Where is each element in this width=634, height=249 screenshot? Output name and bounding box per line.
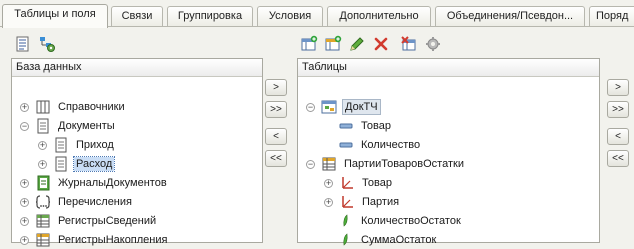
fields-move-right-button[interactable]: >: [607, 79, 629, 96]
tree-item-label: РегистрыСведений: [58, 215, 157, 227]
tab-links[interactable]: Связи: [111, 6, 163, 27]
move-right-button[interactable]: >: [265, 79, 287, 96]
tree-item-label: Перечисления: [58, 196, 132, 208]
tree-item-enumerations[interactable]: + Перечисления: [20, 193, 134, 211]
tree-resource-kolichestvo-ostatok[interactable]: КоличествоОстаток: [338, 212, 463, 230]
tree-resource-summa-ostatok[interactable]: СуммаОстаток: [338, 231, 438, 249]
tab-order[interactable]: Поряд: [589, 6, 634, 27]
tree-item-label: Партия: [362, 196, 400, 208]
right-toolbar: [300, 35, 442, 55]
delete-icon[interactable]: [372, 35, 390, 53]
tree-item-accumulation-registers[interactable]: + РегистрыНакопления: [20, 231, 169, 249]
catalog-icon: [36, 100, 50, 114]
field-icon: [339, 123, 353, 129]
document-icon: [37, 118, 49, 134]
document-icon: [55, 156, 67, 172]
expand-icon[interactable]: +: [324, 197, 333, 207]
resource-icon: [343, 214, 348, 227]
tree-item-label: СуммаОстаток: [361, 234, 437, 246]
tables-panel: Таблицы − ДокТЧ Товар Количество − Парти…: [297, 58, 600, 246]
tree-table-doktch[interactable]: − ДокТЧ: [306, 98, 381, 116]
expand-icon[interactable]: +: [20, 197, 29, 207]
database-panel-title: База данных: [12, 59, 262, 77]
list-icon[interactable]: [14, 35, 32, 53]
tree-field-tovar[interactable]: Товар: [338, 117, 393, 135]
field-icon: [339, 142, 353, 148]
collapse-icon[interactable]: −: [306, 159, 315, 169]
tab-bar: Таблицы и поля Связи Группировка Условия…: [0, 0, 634, 28]
dimension-icon: [342, 177, 353, 189]
expand-icon[interactable]: +: [324, 178, 333, 188]
expand-icon[interactable]: +: [20, 102, 29, 112]
document-icon: [55, 137, 67, 153]
expand-icon[interactable]: +: [38, 140, 47, 150]
settings-gear-icon[interactable]: [424, 35, 442, 53]
tree-item-label: Товар: [361, 120, 391, 132]
tree-table-partii-ostatki[interactable]: − ПартииТоваровОстатки: [306, 155, 466, 173]
tree-item-label: Товар: [362, 177, 392, 189]
resource-icon: [343, 233, 348, 246]
tree-item-label: РегистрыНакопления: [58, 234, 168, 246]
expand-icon[interactable]: +: [38, 159, 47, 169]
tree-item-label: ЖурналыДокументов: [58, 177, 167, 189]
journal-icon: [37, 175, 50, 191]
add-nested-table-icon[interactable]: [324, 35, 342, 53]
fields-move-left-button[interactable]: <: [607, 128, 629, 145]
move-all-left-button[interactable]: <<: [265, 150, 287, 167]
tree-dimension-partiya[interactable]: + Партия: [324, 193, 401, 211]
tree-item-label: Приход: [76, 139, 114, 151]
tree-item-label: Справочники: [58, 101, 125, 113]
replace-table-icon[interactable]: [400, 35, 418, 53]
tree-item-catalogs[interactable]: + Справочники: [20, 98, 127, 116]
tree-item-rashod[interactable]: + Расход: [38, 155, 116, 173]
expand-icon[interactable]: +: [20, 235, 29, 245]
tab-grouping[interactable]: Группировка: [167, 6, 253, 27]
tree-item-prihod[interactable]: + Приход: [38, 136, 116, 154]
enumeration-icon: [35, 195, 51, 209]
tree-item-label: КоличествоОстаток: [361, 215, 461, 227]
move-left-button[interactable]: <: [265, 128, 287, 145]
tree-gear-icon[interactable]: [38, 35, 56, 53]
tree-item-label: ДокТЧ: [342, 99, 381, 115]
tab-unions-aliases[interactable]: Объединения/Псевдон...: [435, 6, 585, 27]
fields-move-all-left-button[interactable]: <<: [607, 150, 629, 167]
fields-move-all-right-button[interactable]: >>: [607, 101, 629, 118]
left-toolbar: [14, 35, 56, 55]
tree-item-documents[interactable]: − Документы: [20, 117, 117, 135]
expand-icon[interactable]: +: [20, 178, 29, 188]
tree-item-label: Количество: [361, 139, 421, 151]
nested-table-icon: [321, 100, 337, 114]
dimension-icon: [342, 196, 353, 208]
collapse-icon[interactable]: −: [20, 121, 29, 131]
accumulation-register-icon: [322, 157, 336, 171]
tree-item-label: Расход: [72, 156, 116, 172]
accumulation-register-icon: [36, 233, 50, 247]
tables-panel-title: Таблицы: [298, 59, 599, 77]
pencil-icon[interactable]: [348, 35, 366, 53]
tab-additional[interactable]: Дополнительно: [327, 6, 431, 27]
move-all-right-button[interactable]: >>: [265, 101, 287, 118]
tree-dimension-tovar[interactable]: + Товар: [324, 174, 394, 192]
tree-item-label: Документы: [58, 120, 115, 132]
tree-field-kolichestvo[interactable]: Количество: [338, 136, 422, 154]
collapse-icon[interactable]: −: [306, 102, 315, 112]
database-panel: База данных + Справочники − Документы + …: [11, 58, 263, 247]
tab-conditions[interactable]: Условия: [257, 6, 323, 27]
tree-item-label: ПартииТоваровОстатки: [344, 158, 464, 170]
register-icon: [36, 214, 50, 228]
expand-icon[interactable]: +: [20, 216, 29, 226]
tree-item-document-journals[interactable]: + ЖурналыДокументов: [20, 174, 169, 192]
tab-tables-and-fields[interactable]: Таблицы и поля: [2, 4, 108, 28]
tree-item-information-registers[interactable]: + РегистрыСведений: [20, 212, 158, 230]
add-table-icon[interactable]: [300, 35, 318, 53]
